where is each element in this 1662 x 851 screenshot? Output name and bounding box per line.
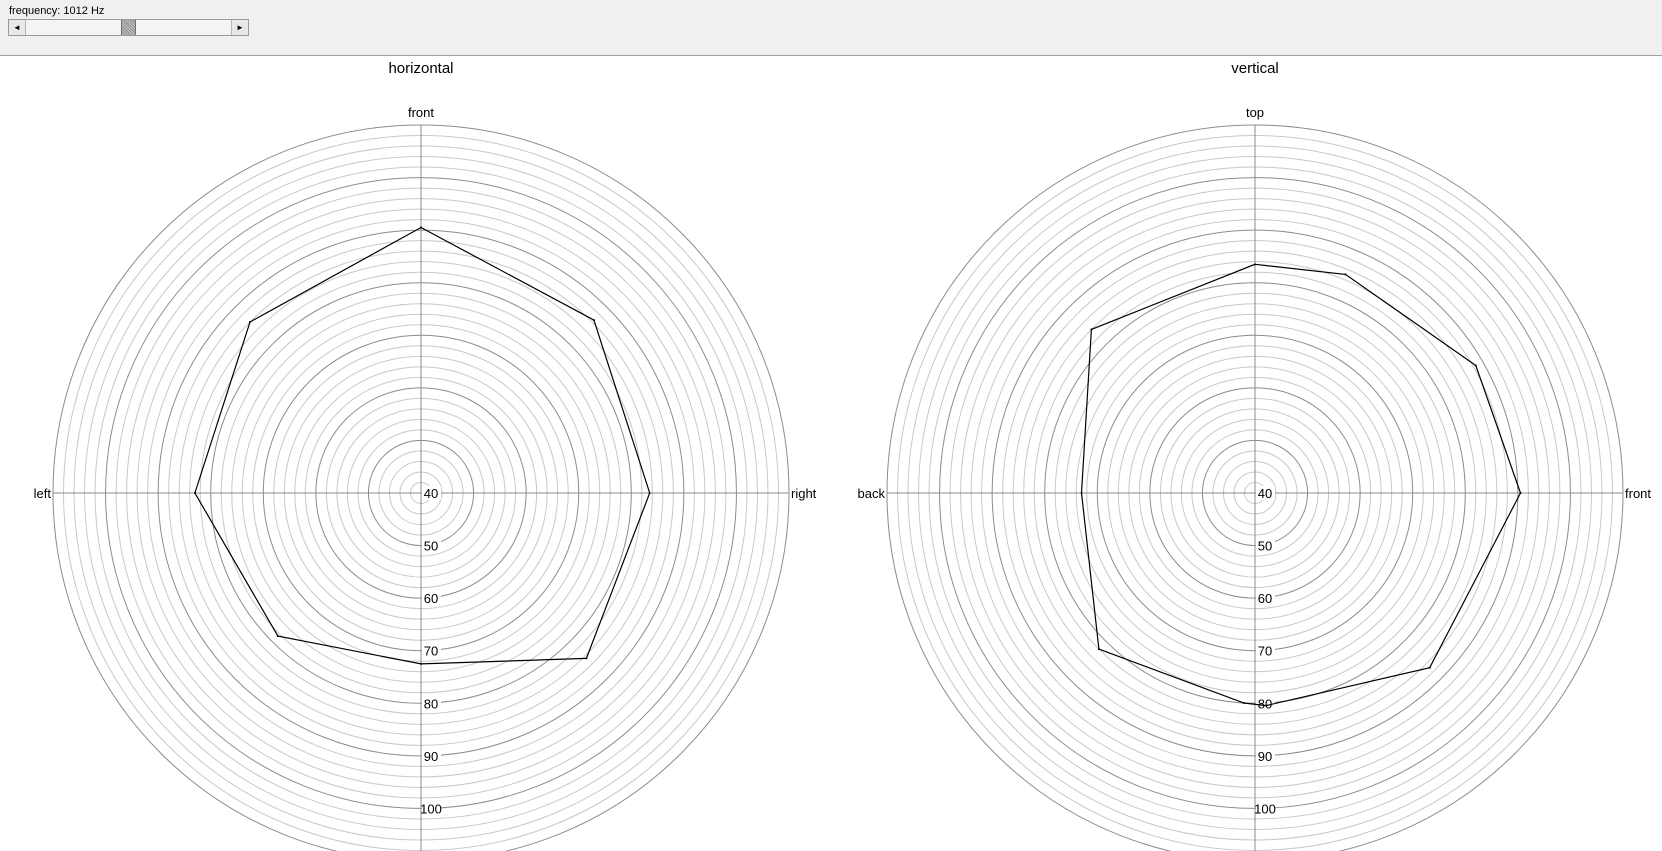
radial-tick-label: 100 <box>420 801 442 816</box>
direction-label-right: front <box>1625 486 1651 501</box>
radial-tick-label: 50 <box>424 539 438 554</box>
direction-label-top: front <box>408 105 434 120</box>
data-point <box>1254 263 1256 266</box>
radial-tick-label: 60 <box>424 591 438 606</box>
radial-tick-label: 100 <box>1254 801 1276 816</box>
data-point <box>648 492 651 494</box>
direction-label-right: right <box>791 486 817 501</box>
frequency-label: frequency: 1012 Hz <box>9 5 105 17</box>
frequency-slider-thumb[interactable] <box>121 20 136 35</box>
radial-tick-label: 80 <box>1258 696 1272 711</box>
radial-tick-label: 90 <box>1258 749 1272 764</box>
direction-label-left: back <box>858 486 886 501</box>
data-point <box>1080 492 1083 494</box>
radial-tick-label: 80 <box>424 696 438 711</box>
scroll-right-arrow-icon[interactable]: ► <box>231 20 248 35</box>
data-point <box>1090 328 1093 331</box>
data-point <box>249 321 252 324</box>
radial-tick-label: 90 <box>424 749 438 764</box>
data-point <box>420 226 422 229</box>
radial-tick-label: 60 <box>1258 591 1272 606</box>
data-point <box>276 635 279 638</box>
data-point <box>420 662 422 665</box>
radial-tick-label: 70 <box>1258 644 1272 659</box>
direction-label-left: left <box>34 486 52 501</box>
data-point <box>193 492 196 494</box>
radial-tick-label: 50 <box>1258 539 1272 554</box>
data-point <box>1265 704 1268 707</box>
chart-title: vertical <box>1231 60 1279 77</box>
plot-area: 40 50 60 70 80 90 100 front right left horizontal 4… <box>0 56 1662 851</box>
radial-tick-label: 40 <box>1258 486 1272 501</box>
polar-charts: 405060708090100frontrightlefthorizontal4… <box>34 60 1651 851</box>
scroll-left-arrow-icon[interactable]: ◄ <box>9 20 26 35</box>
data-point <box>1474 364 1477 367</box>
polar-chart-horizontal: 40 50 60 70 80 90 100 front right left horizontal <box>34 60 817 851</box>
frequency-slider[interactable]: ◄ ► <box>8 19 249 36</box>
chart-title: horizontal <box>388 60 453 77</box>
polar-chart-vertical: 40 50 60 70 80 90 100 top front back vertical <box>858 60 1651 851</box>
frequency-toolbar: frequency: 1012 Hz ◄ ► <box>0 0 1662 56</box>
data-point <box>592 319 595 322</box>
radial-tick-label: 40 <box>424 486 438 501</box>
data-point <box>1097 648 1100 651</box>
data-point <box>1519 492 1522 494</box>
data-point <box>1428 666 1431 669</box>
radial-tick-label: 70 <box>424 644 438 659</box>
data-point <box>585 657 588 660</box>
data-point <box>1344 273 1347 276</box>
direction-label-top: top <box>1246 105 1264 120</box>
data-point <box>1242 701 1245 704</box>
